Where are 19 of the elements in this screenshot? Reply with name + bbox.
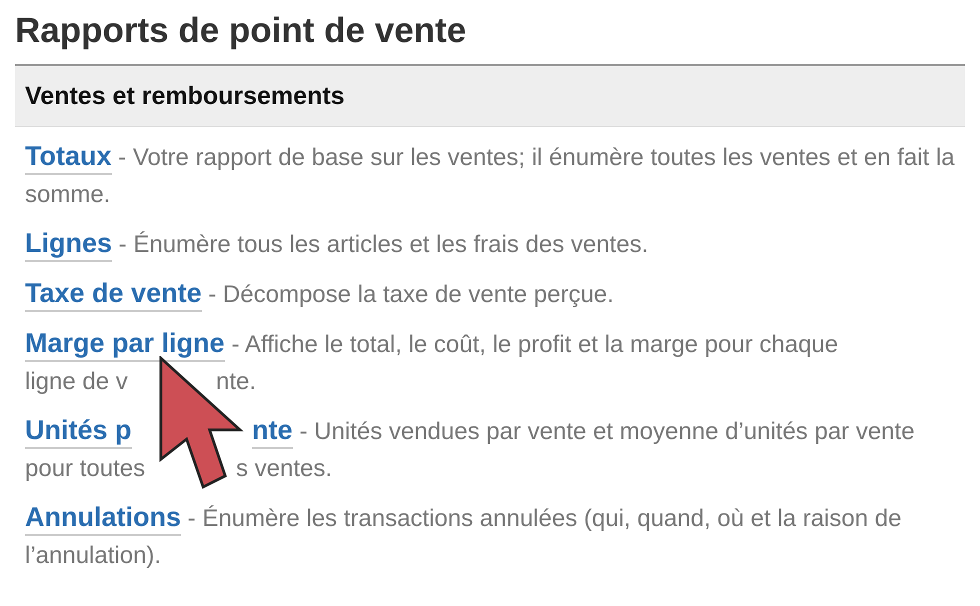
report-description: nte. (216, 367, 256, 397)
report-link[interactable]: Totaux (25, 141, 112, 175)
report-description: ligne de v (25, 367, 128, 397)
section-header: Ventes et remboursements (15, 64, 965, 127)
report-link[interactable]: Unités p (25, 415, 132, 449)
report-link[interactable]: Annulations (25, 502, 181, 536)
report-link[interactable]: Lignes (25, 228, 112, 262)
report-description: pour toutes (25, 454, 146, 484)
report-description: Lignes - Énumère tous les articles et les frais des ventes. (25, 226, 955, 263)
page-title: Rapports de point de vente (15, 10, 468, 52)
report-link[interactable]: Taxe de vente (25, 278, 202, 312)
report-description: - Unités vendues par vente et moyenne d’unités par vente (300, 417, 915, 447)
report-description: Totaux - Votre rapport de base sur les ventes; il énumère toutes les ventes et en fait la somme. (25, 140, 955, 210)
report-description: s ventes. (236, 454, 332, 484)
report-description: Annulations - Énumère les transactions annulées (qui, quand, où et la raison de l’annulation). (25, 501, 902, 571)
report-description: - Affiche le total, le coût, le profit et la marge pour chaque (232, 330, 838, 360)
report-link[interactable]: Marge par ligne (25, 328, 225, 362)
report-link[interactable]: nte (252, 415, 292, 449)
report-description: Taxe de vente - Décompose la taxe de vente perçue. (25, 276, 955, 313)
